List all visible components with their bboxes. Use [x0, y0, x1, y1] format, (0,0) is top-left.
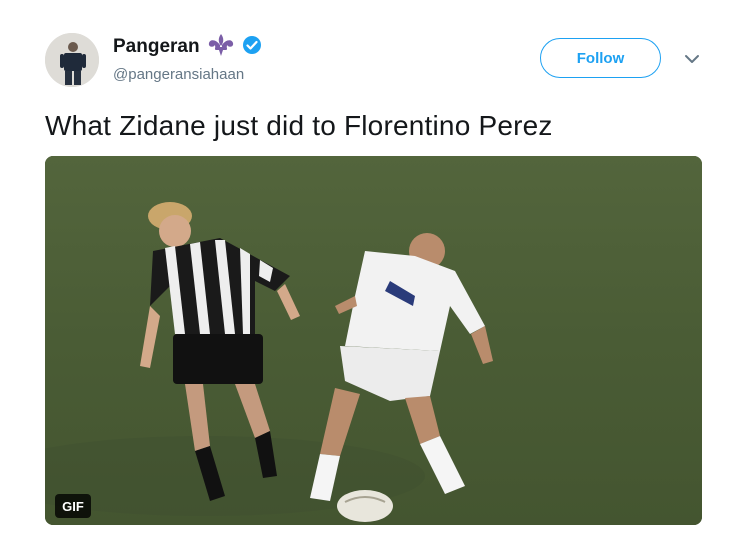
- verified-badge-icon: [242, 35, 262, 60]
- gif-badge: GIF: [55, 494, 91, 518]
- tweet-text: What Zidane just did to Florentino Perez: [45, 110, 553, 141]
- fleur-de-lis-icon: [206, 33, 236, 62]
- gif-frame-soccer-players: [45, 156, 702, 525]
- follow-button[interactable]: Follow: [540, 38, 661, 78]
- avatar-photo: [45, 33, 99, 87]
- display-name[interactable]: Pangeran: [113, 36, 200, 58]
- avatar[interactable]: [45, 33, 99, 87]
- user-handle[interactable]: @pangeransiahaan: [113, 66, 244, 83]
- author-name-row: Pangeran: [113, 33, 262, 62]
- chevron-down-icon[interactable]: [683, 52, 701, 66]
- gif-media[interactable]: [45, 156, 702, 525]
